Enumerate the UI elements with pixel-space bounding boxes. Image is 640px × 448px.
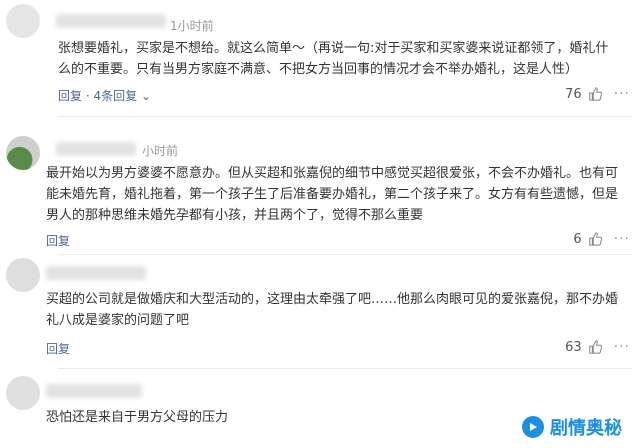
comment-actions: 回复 · 4条回复 ⌄ [58,87,151,104]
like-count: 63 [565,339,582,355]
like-count: 76 [565,86,582,102]
view-replies-link[interactable]: · 4条回复 [86,89,137,103]
thumbs-up-icon[interactable] [588,340,602,354]
thumbs-up-icon[interactable] [588,87,602,101]
watermark-logo-icon [522,416,544,438]
reply-link[interactable]: 回复 [58,89,82,103]
avatar[interactable] [6,376,40,410]
like-count: 6 [573,231,582,247]
avatar[interactable] [6,258,40,292]
chevron-down-icon[interactable]: ⌄ [141,89,151,103]
comment-text: 最开始以为男方婆婆不愿意办。但从买超和张嘉倪的细节中感觉买超很爱张，不会不办婚礼… [46,166,619,223]
comment-text: 恐怕还是来自于男方父母的压力 [46,410,229,425]
username[interactable] [56,142,136,156]
timestamp: 1小时前 [170,19,214,33]
comment-item: 1小时前 张想要婚礼，买家是不想给。就这么简单～（再说一句:对于买家和买家婆来说… [0,0,640,118]
reply-link[interactable]: 回复 [46,234,70,248]
divider [58,116,632,117]
comment-text: 买超的公司就是做婚庆和大型活动的，这理由太牵强了吧……他那么肉眼可见的爱张嘉倪，… [46,292,619,328]
username[interactable] [46,266,146,280]
like-area: 63 ··· [565,339,630,355]
comment-actions: 回复 [46,232,70,249]
more-icon[interactable]: ··· [614,339,630,355]
username[interactable] [56,14,166,28]
like-area: 6 ··· [573,231,630,247]
username[interactable] [46,384,142,398]
like-area: 76 ··· [565,86,630,102]
comment-item: 小时前 最开始以为男方婆婆不愿意办。但从买超和张嘉倪的细节中感觉买超很爱张，不会… [0,118,640,255]
watermark-text: 剧情奥秘 [550,418,622,439]
avatar[interactable] [6,136,40,170]
comment-text: 张想要婚礼，买家是不想给。就这么简单～（再说一句:对于买家和买家婆来说证都领了，… [58,41,609,77]
watermark: 剧情奥秘 [522,414,622,440]
divider [58,368,632,369]
comment-actions: 回复 [46,340,70,357]
avatar[interactable] [6,4,40,38]
divider [58,254,632,255]
more-icon[interactable]: ··· [614,86,630,102]
comment-item: 买超的公司就是做婚庆和大型活动的，这理由太牵强了吧……他那么肉眼可见的爱张嘉倪，… [0,256,640,369]
more-icon[interactable]: ··· [614,231,630,247]
timestamp: 小时前 [142,144,179,158]
reply-link[interactable]: 回复 [46,342,70,356]
thumbs-up-icon[interactable] [588,232,602,246]
